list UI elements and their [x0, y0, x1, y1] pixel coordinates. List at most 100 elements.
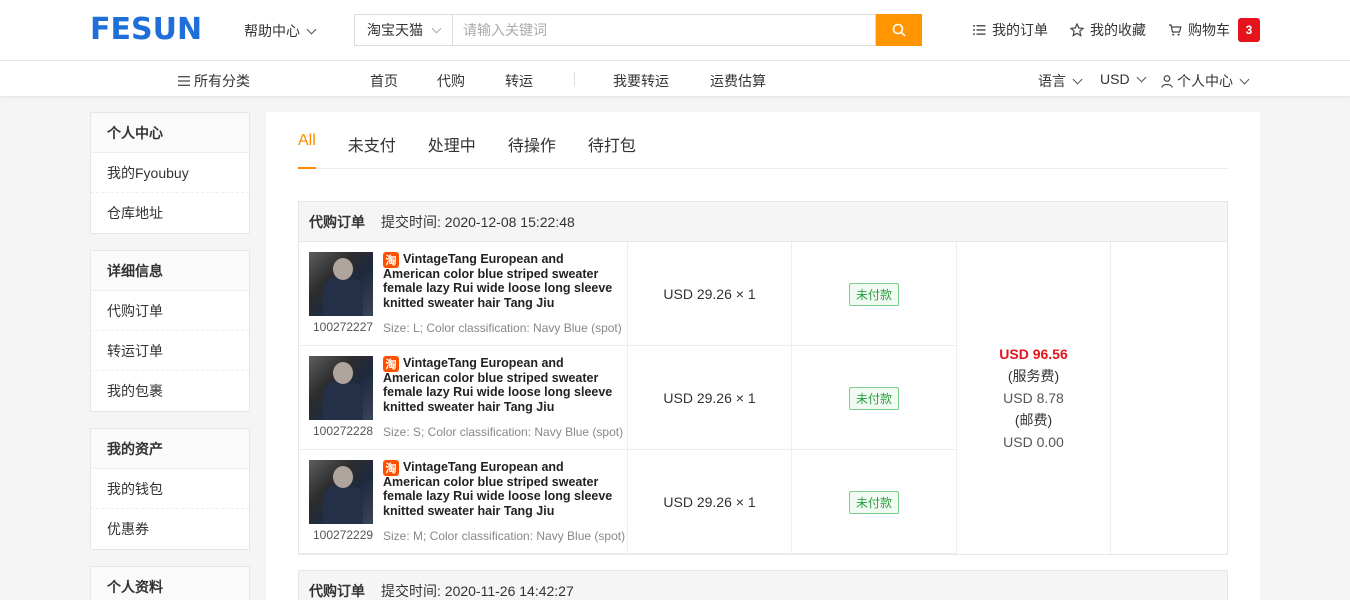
product-id: 100272229 — [313, 528, 374, 542]
sidebar-item-my-packages[interactable]: 我的包裹 — [91, 371, 249, 411]
status-cell: 未付款 — [792, 242, 957, 346]
all-categories-label: 所有分类 — [194, 73, 250, 89]
sidebar-item-purchase-orders[interactable]: 代购订单 — [91, 291, 249, 331]
currency-dropdown[interactable]: USD — [1100, 71, 1147, 87]
sidebar-item-wallet[interactable]: 我的钱包 — [91, 469, 249, 509]
sidebar-group-title: 详细信息 — [91, 251, 249, 291]
favorites-link[interactable]: 我的收藏 — [1070, 20, 1146, 40]
tab-pending-packing[interactable]: 待打包 — [588, 112, 636, 169]
product-thumbnail[interactable] — [309, 356, 373, 420]
order-total: USD 96.56 — [999, 346, 1068, 362]
top-header: FESUN 帮助中心 淘宝天猫 我的订单 — [0, 0, 1350, 61]
cart-label: 购物车 — [1188, 22, 1230, 38]
status-cell: 未付款 — [792, 450, 957, 554]
chevron-down-icon — [1072, 74, 1083, 84]
tab-unpaid[interactable]: 未支付 — [348, 112, 396, 169]
order-type: 代购订单 — [309, 582, 365, 599]
status-badge: 未付款 — [848, 282, 899, 306]
nav-forward[interactable]: 转运 — [505, 71, 533, 91]
order-type: 代购订单 — [309, 213, 365, 230]
account-label: 个人中心 — [1177, 73, 1233, 89]
nav-shipping-calc[interactable]: 运费估算 — [710, 71, 766, 91]
product-thumbnail[interactable] — [309, 460, 373, 524]
order-card: 代购订单 提交时间: 2020-11-26 14:42:27 — [298, 570, 1228, 600]
help-center-dropdown[interactable]: 帮助中心 — [244, 21, 317, 41]
account-sidebar: 个人中心 我的Fyoubuy 仓库地址 详细信息 代购订单 转运订单 我的包裹 … — [90, 112, 250, 600]
sidebar-item-warehouse-address[interactable]: 仓库地址 — [91, 193, 249, 233]
status-cell: 未付款 — [792, 346, 957, 450]
star-icon — [1070, 23, 1084, 37]
product-id: 100272227 — [313, 320, 374, 334]
search-input[interactable] — [452, 14, 876, 46]
service-fee-label: (服务费) — [1007, 368, 1060, 384]
sidebar-group-title: 个人资料 — [91, 567, 249, 600]
product-title[interactable]: VintageTang European and American color … — [383, 356, 619, 414]
help-center-label: 帮助中心 — [244, 23, 300, 39]
order-item-row: 100272229 VintageTang European and Ameri… — [299, 450, 957, 554]
currency-label: USD — [1100, 71, 1130, 87]
unit-price-quantity: USD 29.26 × 1 — [628, 450, 792, 554]
product-title[interactable]: VintageTang European and American color … — [383, 460, 619, 518]
tab-all[interactable]: All — [298, 112, 316, 169]
sidebar-item-forward-orders[interactable]: 转运订单 — [91, 331, 249, 371]
order-header: 代购订单 提交时间: 2020-12-08 15:22:48 — [299, 202, 1227, 242]
order-card: 代购订单 提交时间: 2020-12-08 15:22:48 100272227… — [298, 201, 1228, 555]
status-badge: 未付款 — [848, 490, 899, 514]
product-id: 100272228 — [313, 424, 374, 438]
chevron-down-icon — [431, 23, 442, 33]
language-dropdown[interactable]: 语言 — [1038, 71, 1083, 91]
taobao-icon: 淘 — [383, 356, 399, 372]
product-spec: Size: M; Color classification: Navy Blue… — [383, 529, 626, 543]
submit-time-value: 2020-12-08 15:22:48 — [444, 213, 575, 230]
nav-purchase[interactable]: 代购 — [437, 71, 465, 91]
order-item-row: 100272227 VintageTang European and Ameri… — [299, 242, 957, 346]
sidebar-group-title: 我的资产 — [91, 429, 249, 469]
all-categories-menu[interactable]: 所有分类 — [178, 71, 250, 91]
submit-time-label: 提交时间: — [381, 213, 441, 230]
order-body: 100272227 VintageTang European and Ameri… — [299, 242, 1227, 554]
search-button[interactable] — [876, 14, 922, 46]
order-total-cell: USD 96.56 (服务费) USD 8.78 (邮费) USD 0.00 — [957, 242, 1111, 554]
product-spec: Size: S; Color classification: Navy Blue… — [383, 425, 624, 439]
orders-panel: All 未支付 处理中 待操作 待打包 代购订单 提交时间: 2020-12-0… — [266, 112, 1260, 600]
product-title[interactable]: VintageTang European and American color … — [383, 252, 619, 310]
product-thumbnail[interactable] — [309, 252, 373, 316]
unit-price-quantity: USD 29.26 × 1 — [628, 242, 792, 346]
sidebar-item-coupons[interactable]: 优惠券 — [91, 509, 249, 549]
order-status-tabs: All 未支付 处理中 待操作 待打包 — [298, 112, 1228, 169]
my-orders-link[interactable]: 我的订单 — [973, 20, 1048, 40]
order-item-row: 100272228 VintageTang European and Ameri… — [299, 346, 957, 450]
chevron-down-icon — [1239, 74, 1250, 84]
service-fee-value: USD 8.78 — [1003, 390, 1064, 406]
sidebar-group-profile: 个人资料 — [90, 566, 250, 600]
order-submit-time: 提交时间: 2020-12-08 15:22:48 — [381, 212, 575, 232]
platform-select[interactable]: 淘宝天猫 — [354, 14, 452, 46]
product-spec: Size: L; Color classification: Navy Blue… — [383, 321, 622, 335]
sidebar-group-assets: 我的资产 我的钱包 优惠券 — [90, 428, 250, 550]
sidebar-group-details: 详细信息 代购订单 转运订单 我的包裹 — [90, 250, 250, 412]
nav-want-forward[interactable]: 我要转运 — [613, 71, 669, 91]
order-actions-cell — [1111, 242, 1227, 554]
taobao-icon: 淘 — [383, 252, 399, 268]
language-label: 语言 — [1038, 73, 1066, 89]
site-logo[interactable]: FESUN — [90, 12, 202, 47]
search-bar: 淘宝天猫 — [354, 14, 922, 46]
account-dropdown[interactable]: 个人中心 — [1161, 71, 1250, 91]
tab-pending-action[interactable]: 待操作 — [508, 112, 556, 169]
tab-processing[interactable]: 处理中 — [428, 112, 476, 169]
sidebar-group-title: 个人中心 — [91, 113, 249, 153]
my-orders-label: 我的订单 — [992, 22, 1048, 38]
status-badge: 未付款 — [848, 386, 899, 410]
order-header: 代购订单 提交时间: 2020-11-26 14:42:27 — [299, 571, 1227, 600]
nav-home[interactable]: 首页 — [370, 71, 398, 91]
unit-price-quantity: USD 29.26 × 1 — [628, 346, 792, 450]
taobao-icon: 淘 — [383, 460, 399, 476]
submit-time-label: 提交时间: — [381, 582, 441, 599]
product-cell: 100272229 VintageTang European and Ameri… — [299, 450, 628, 554]
sidebar-item-my-fyoubuy[interactable]: 我的Fyoubuy — [91, 153, 249, 193]
favorites-label: 我的收藏 — [1090, 22, 1146, 38]
submit-time-value: 2020-11-26 14:42:27 — [444, 582, 574, 599]
user-icon — [1161, 74, 1173, 88]
cart-link[interactable]: 购物车 3 — [1168, 18, 1260, 42]
menu-icon — [178, 76, 190, 86]
